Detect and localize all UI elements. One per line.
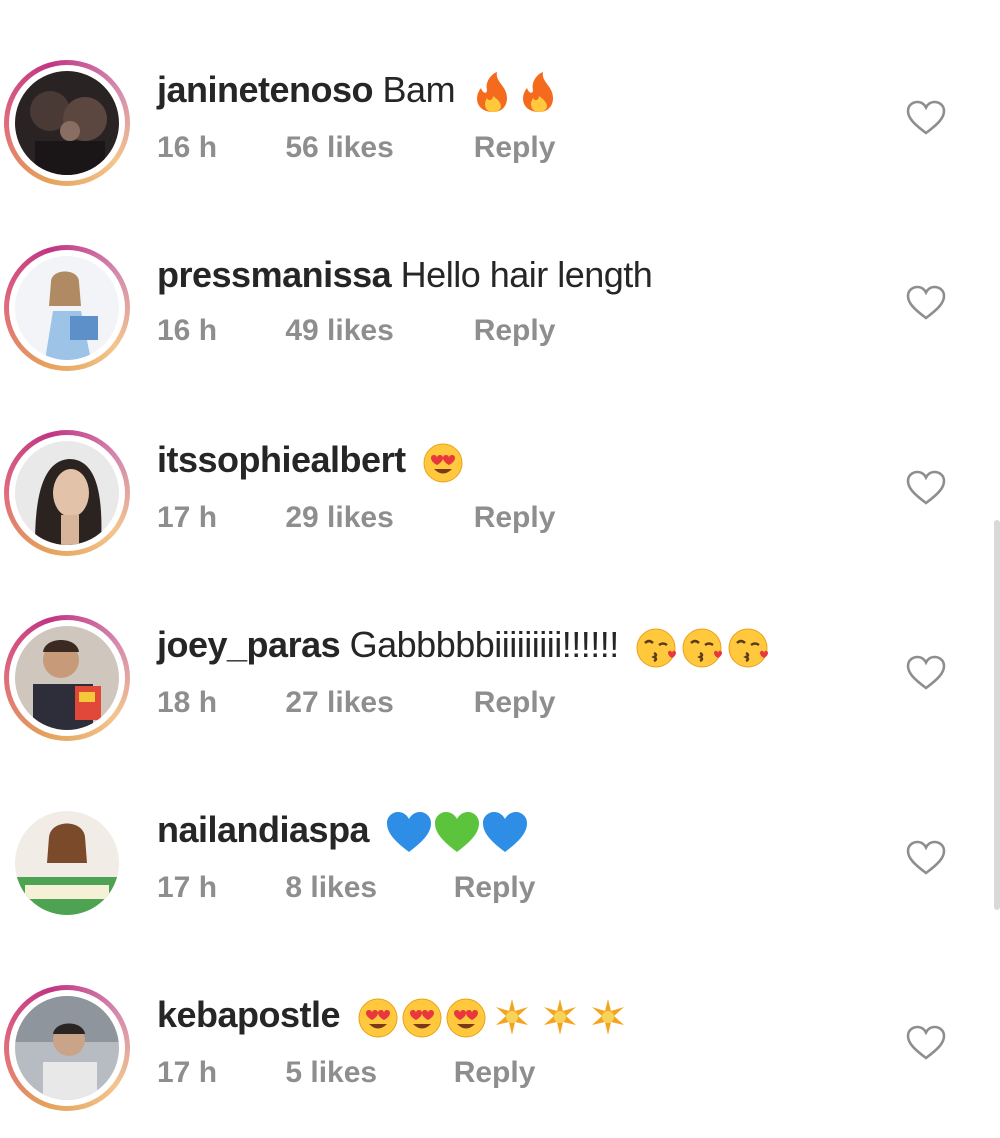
heart-eyes-emoji <box>423 443 463 483</box>
avatar-dark-photo-icon <box>15 71 119 175</box>
blue-heart-emoji <box>482 812 527 853</box>
comments-list: janinetenoso Bam 16 h 56 likes Reply pre… <box>0 0 1000 1138</box>
story-ring[interactable] <box>4 430 130 556</box>
comment-time: 16 h <box>157 314 218 347</box>
kiss-emoji <box>636 628 677 668</box>
heart-eyes-emoji <box>402 998 442 1038</box>
like-heart-icon[interactable] <box>906 470 946 506</box>
reply-button[interactable]: Reply <box>474 313 556 349</box>
comment-likes[interactable]: 5 likes <box>285 1055 445 1091</box>
avatar-grey-photo-icon <box>15 996 119 1100</box>
story-ring[interactable] <box>4 60 130 186</box>
fire-emoji <box>522 72 553 113</box>
comment-username[interactable]: pressmanissa <box>157 254 392 295</box>
comment-time: 18 h <box>157 686 218 720</box>
comment-username[interactable]: kebapostle <box>157 994 341 1035</box>
emoji-row <box>421 440 471 484</box>
comment-username[interactable]: janinetenoso <box>157 69 374 110</box>
comment-likes[interactable]: 27 likes <box>285 685 465 721</box>
avatar-portrait-photo-icon <box>15 441 119 545</box>
emoji-row <box>471 70 571 114</box>
comment-text: Hello hair length <box>400 254 653 295</box>
heart-eyes-emoji <box>358 998 398 1038</box>
comment-username[interactable]: itssophiealbert <box>157 439 406 480</box>
story-ring[interactable] <box>4 985 130 1111</box>
avatar-spa-photo-icon <box>15 811 119 915</box>
comment-likes[interactable]: 29 likes <box>285 500 465 536</box>
comment-time: 17 h <box>157 501 218 535</box>
sparkle-emoji <box>495 999 528 1036</box>
emoji-row <box>356 995 641 1039</box>
comment-likes[interactable]: 8 likes <box>285 870 445 906</box>
sparkle-emoji <box>591 999 624 1036</box>
comment-username[interactable]: joey_paras <box>157 624 341 665</box>
scrollbar[interactable] <box>994 520 1000 910</box>
story-ring[interactable] <box>4 245 130 371</box>
like-heart-icon[interactable] <box>906 840 946 876</box>
reply-button[interactable]: Reply <box>454 1055 536 1091</box>
comment-time: 17 h <box>157 1056 218 1090</box>
reply-button[interactable]: Reply <box>454 870 536 906</box>
fire-emoji <box>476 72 507 113</box>
comment-likes[interactable]: 49 likes <box>285 313 465 349</box>
heart-eyes-emoji <box>446 998 486 1038</box>
reply-button[interactable]: Reply <box>474 500 556 536</box>
reply-button[interactable]: Reply <box>474 130 556 166</box>
comment-time: 16 h <box>157 131 218 165</box>
comment-item: itssophiealbert 17 h 29 likes Reply <box>0 430 1000 615</box>
comment-body: joey_paras Gabbbbbiiiiiiiii!!!!!! 18 h 2… <box>157 623 877 721</box>
avatar-frame[interactable] <box>4 800 130 926</box>
comment-item: janinetenoso Bam 16 h 56 likes Reply <box>0 60 1000 245</box>
comment-body: nailandiaspa 17 h 8 likes Reply <box>157 808 877 906</box>
emoji-row <box>385 810 530 854</box>
like-heart-icon[interactable] <box>906 285 946 321</box>
comment-body: kebapostle 17 h 5 likes Reply <box>157 993 877 1091</box>
avatar-colorful-photo-icon <box>15 626 119 730</box>
green-heart-emoji <box>434 812 479 853</box>
comment-body: janinetenoso Bam 16 h 56 likes Reply <box>157 68 877 166</box>
like-heart-icon[interactable] <box>906 1025 946 1061</box>
comment-item: kebapostle 17 h 5 likes Reply <box>0 985 1000 1138</box>
comment-time: 17 h <box>157 871 218 905</box>
like-heart-icon[interactable] <box>906 655 946 691</box>
comment-text: Gabbbbbiiiiiiiii!!!!!! <box>349 624 620 665</box>
comment-item: joey_paras Gabbbbbiiiiiiiii!!!!!! 18 h 2… <box>0 615 1000 800</box>
kiss-emoji <box>682 628 723 668</box>
story-ring[interactable] <box>4 615 130 741</box>
comment-body: pressmanissa Hello hair length 16 h 49 l… <box>157 253 877 349</box>
comment-item: pressmanissa Hello hair length 16 h 49 l… <box>0 245 1000 430</box>
kiss-emoji <box>728 628 769 668</box>
avatar-light-photo-icon <box>15 256 119 360</box>
comment-username[interactable]: nailandiaspa <box>157 809 370 850</box>
comment-item: nailandiaspa 17 h 8 likes Reply <box>0 800 1000 985</box>
comment-text: Bam <box>382 69 456 110</box>
blue-heart-emoji <box>386 812 431 853</box>
like-heart-icon[interactable] <box>906 100 946 136</box>
comment-body: itssophiealbert 17 h 29 likes Reply <box>157 438 877 536</box>
sparkle-emoji <box>543 999 576 1036</box>
emoji-row <box>634 625 774 669</box>
comment-likes[interactable]: 56 likes <box>285 130 465 166</box>
reply-button[interactable]: Reply <box>474 685 556 721</box>
